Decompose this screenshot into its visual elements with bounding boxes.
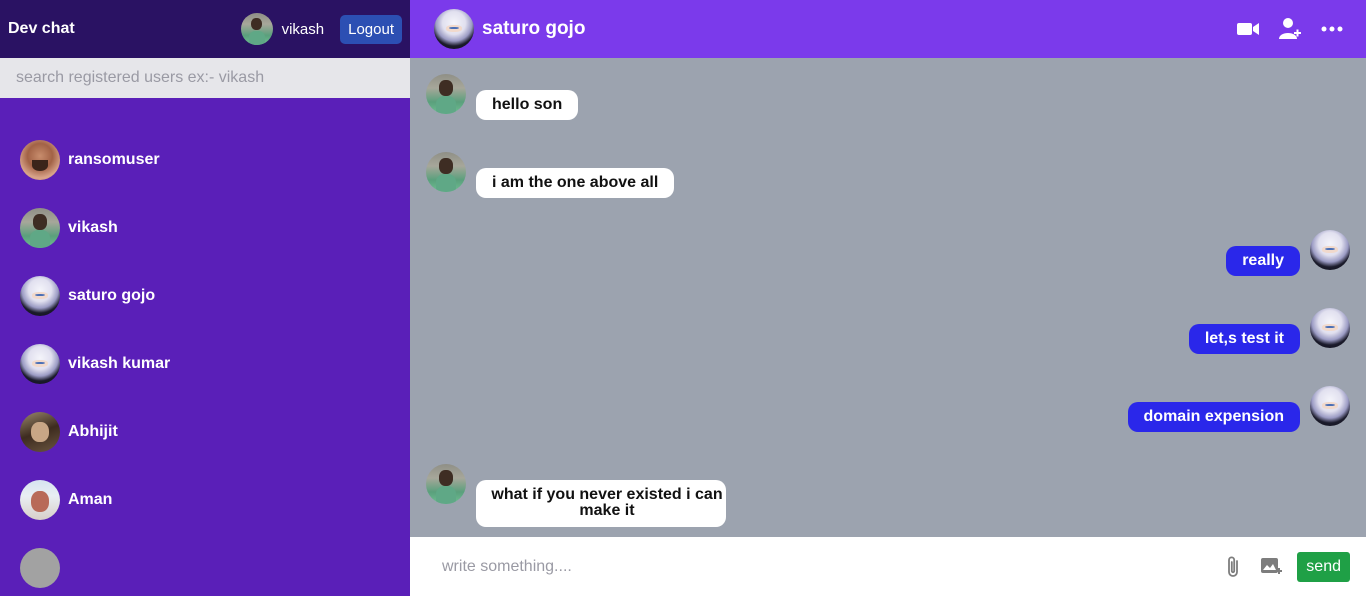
sender-avatar (1310, 230, 1350, 270)
current-user-avatar (240, 13, 273, 45)
user-item-saturo-gojo[interactable]: saturo gojo (0, 262, 410, 330)
user-item-aman[interactable]: Aman (0, 466, 410, 534)
attachment-icon[interactable] (1221, 555, 1245, 579)
add-user-icon[interactable] (1278, 17, 1302, 41)
add-image-icon[interactable] (1259, 555, 1283, 579)
user-name: Aman (68, 491, 113, 508)
message-sent: domain expension (1127, 386, 1350, 432)
sender-avatar (426, 74, 466, 114)
user-name: vikash (68, 219, 118, 236)
user-name: saturo gojo (68, 287, 156, 304)
sender-avatar (426, 152, 466, 192)
user-avatar (20, 548, 60, 588)
user-name: Abhijit (68, 423, 118, 440)
sidebar: Dev chat vikash Logout ransomuser vikash… (0, 0, 410, 596)
user-item-vikash-kumar[interactable]: vikash kumar (0, 330, 410, 398)
current-user-name: vikash (281, 20, 325, 38)
chat-header-actions (1236, 17, 1344, 41)
message-bubble: really (1226, 246, 1300, 276)
user-item-vikash[interactable]: vikash (0, 194, 410, 262)
logout-button[interactable]: Logout (340, 14, 402, 44)
video-call-icon[interactable] (1236, 17, 1260, 41)
message-list: hello son i am the one above all really … (410, 58, 1366, 537)
message-bubble: what if you never existed i can make it (476, 480, 726, 527)
chat-panel: saturo gojo hello son i am the one above… (410, 0, 1366, 596)
message-composer: send (410, 537, 1366, 596)
sender-avatar (1310, 308, 1350, 348)
message-bubble: hello son (476, 90, 579, 120)
contact-name: saturo gojo (482, 18, 586, 39)
user-avatar (20, 276, 60, 316)
message-received: what if you never existed i can make it (426, 464, 726, 527)
sender-avatar (426, 464, 466, 504)
user-item-partial[interactable] (0, 534, 410, 596)
sender-avatar (1310, 386, 1350, 426)
message-sent: let,s test it (1188, 308, 1350, 354)
contact-avatar (434, 9, 474, 49)
user-name: ransomuser (68, 151, 160, 168)
chat-header: saturo gojo (410, 0, 1366, 58)
sidebar-topbar: Dev chat vikash Logout (0, 0, 410, 58)
user-item-ransomuser[interactable]: ransomuser (0, 126, 410, 194)
user-avatar (20, 344, 60, 384)
user-name: vikash kumar (68, 355, 171, 372)
app-title: Dev chat (8, 20, 75, 37)
message-received: hello son (426, 74, 579, 120)
message-bubble: i am the one above all (476, 168, 675, 198)
message-sent: really (1226, 230, 1350, 276)
current-user: vikash (240, 13, 325, 45)
message-bubble: let,s test it (1188, 324, 1300, 354)
message-bubble: domain expension (1127, 402, 1300, 432)
send-button[interactable]: send (1297, 551, 1350, 582)
user-list: ransomuser vikash saturo gojo vikash kum… (0, 98, 410, 596)
user-avatar (20, 412, 60, 452)
user-avatar (20, 208, 60, 248)
user-avatar (20, 140, 60, 180)
user-avatar (20, 480, 60, 520)
user-search (0, 58, 410, 98)
message-input[interactable] (442, 557, 1208, 576)
more-options-icon[interactable] (1320, 17, 1344, 41)
search-input[interactable] (0, 58, 410, 98)
message-received: i am the one above all (426, 152, 675, 198)
user-item-abhijit[interactable]: Abhijit (0, 398, 410, 466)
